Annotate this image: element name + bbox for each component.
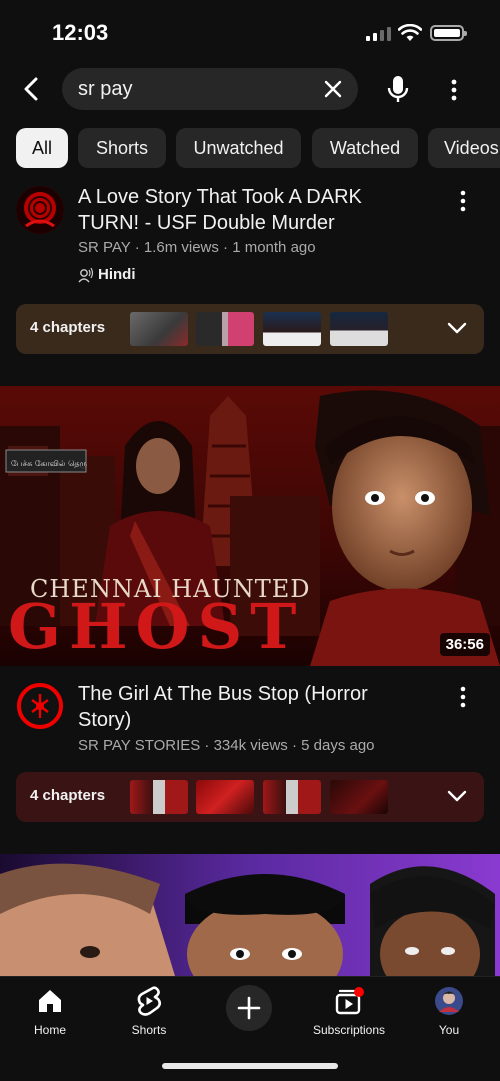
voice-search-button[interactable] [380, 72, 416, 108]
nav-subscriptions-label: Subscriptions [312, 1023, 386, 1037]
nav-you[interactable]: You [404, 985, 494, 1041]
home-indicator[interactable] [162, 1063, 338, 1069]
chip-all[interactable]: All [16, 128, 68, 168]
chapter-thumbnail[interactable] [130, 780, 188, 814]
channel-avatar[interactable] [16, 186, 64, 234]
chapters-bar[interactable]: 4 chapters [16, 772, 484, 822]
nav-subscriptions[interactable]: Subscriptions [304, 985, 394, 1041]
chapters-bar[interactable]: 4 chapters [16, 304, 484, 354]
more-options-button[interactable] [440, 72, 468, 108]
thumbnail-title-line2: GHOST [8, 590, 304, 663]
thumbnail-image: CHENNAI HAUNTED GHOST பேச்சு கோவில் தெரு [0, 386, 500, 666]
voice-selection-icon [78, 267, 94, 282]
nav-shorts[interactable]: Shorts [104, 985, 194, 1041]
wifi-icon [398, 24, 422, 41]
more-vert-icon [460, 190, 466, 212]
chapter-thumbnail[interactable] [330, 312, 388, 346]
chapter-thumbnail[interactable] [196, 312, 254, 346]
chapter-thumbnail[interactable] [330, 780, 388, 814]
thumbnail-sign-text: பேச்சு கோவில் தெரு [11, 459, 88, 469]
chapters-label: 4 chapters [30, 787, 106, 804]
battery-icon [430, 25, 467, 41]
video-thumbnail[interactable] [0, 854, 500, 976]
chapter-thumbnail[interactable] [263, 780, 321, 814]
video-metadata: SR PAY STORIES · 334k views · 5 days ago [78, 737, 375, 754]
nav-shorts-label: Shorts [131, 1023, 167, 1037]
chip-shorts[interactable]: Shorts [78, 128, 166, 168]
video-thumbnail[interactable]: CHENNAI HAUNTED GHOST பேச்சு கோவில் தெரு… [0, 386, 500, 666]
video-duration-badge: 36:56 [439, 633, 490, 656]
audio-language-label: Hindi [98, 266, 136, 283]
video-title[interactable]: A Love Story That Took A DARK TURN! - US… [78, 184, 418, 236]
video-menu-button[interactable] [451, 186, 475, 216]
chevron-down-icon[interactable] [446, 317, 468, 339]
microphone-icon [387, 76, 409, 102]
back-button[interactable] [14, 72, 48, 106]
home-icon [39, 990, 61, 1012]
chip-watched[interactable]: Watched [312, 128, 418, 168]
chip-videos[interactable]: Videos [428, 128, 500, 168]
search-header: sr pay [0, 62, 500, 118]
status-bar: 12:03 [0, 0, 500, 62]
nav-home-label: Home [33, 1023, 66, 1037]
status-time: 12:03 [52, 20, 109, 45]
close-icon [324, 80, 342, 98]
nav-you-label: You [438, 1023, 460, 1037]
channel-avatar[interactable] [16, 682, 64, 730]
chapter-thumbnail[interactable] [263, 312, 321, 346]
profile-avatar [435, 987, 463, 1015]
video-title[interactable]: The Girl At The Bus Stop (Horror Story) [78, 681, 418, 733]
video-menu-button[interactable] [451, 682, 475, 712]
thumbnail-image [0, 854, 500, 976]
nav-home[interactable]: Home [5, 985, 95, 1041]
back-arrow-icon [24, 77, 38, 101]
plus-icon [237, 996, 261, 1020]
search-query-text: sr pay [78, 78, 133, 100]
create-button[interactable] [226, 985, 272, 1031]
chapter-thumbnail[interactable] [130, 312, 188, 346]
clear-search-button[interactable] [320, 76, 346, 102]
filter-chips: All Shorts Unwatched Watched Videos [0, 128, 500, 170]
audio-language-badge: Hindi [78, 266, 136, 283]
more-vert-icon [451, 79, 457, 101]
cellular-signal-icon [366, 27, 391, 41]
search-input[interactable]: sr pay [62, 68, 358, 110]
more-vert-icon [460, 686, 466, 708]
chapters-label: 4 chapters [30, 319, 106, 336]
shorts-icon [137, 986, 162, 1016]
channel-logo-icon [16, 186, 64, 234]
notification-dot [354, 987, 364, 997]
chapter-thumbnail[interactable] [196, 780, 254, 814]
chevron-down-icon[interactable] [446, 785, 468, 807]
channel-logo-icon [17, 683, 63, 729]
video-metadata: SR PAY · 1.6m views · 1 month ago [78, 239, 316, 256]
subscriptions-icon [335, 987, 364, 1015]
chip-unwatched[interactable]: Unwatched [176, 128, 301, 168]
